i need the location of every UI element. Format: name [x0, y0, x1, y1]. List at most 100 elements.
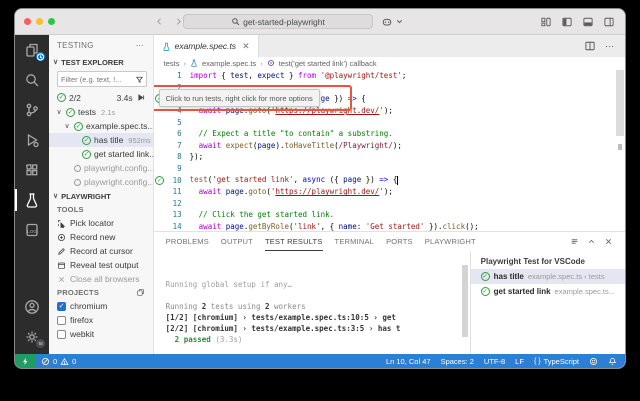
- checkbox-unchecked[interactable]: [57, 329, 66, 339]
- panel-tab-ports[interactable]: PORTS: [386, 232, 413, 251]
- error-count: 0: [53, 356, 58, 366]
- multi-window-icon[interactable]: [136, 288, 145, 297]
- minimize-window-button[interactable]: [36, 18, 43, 25]
- feedback-icon[interactable]: [589, 357, 598, 366]
- activity-run-debug-icon[interactable]: [15, 125, 49, 155]
- eol-indicator[interactable]: LF: [515, 357, 524, 366]
- code-line[interactable]: 14 await page.getByRole('link', { name: …: [154, 221, 625, 231]
- panel-tab-terminal[interactable]: TERMINAL: [335, 232, 375, 251]
- activity-account-icon[interactable]: [15, 292, 49, 322]
- close-panel-icon[interactable]: [604, 237, 613, 246]
- tree-item[interactable]: playwright.config....: [49, 161, 153, 175]
- more-actions-icon[interactable]: ⋯: [136, 41, 145, 50]
- remote-indicator[interactable]: [15, 354, 35, 368]
- tree-item[interactable]: ✓ get started link...: [49, 147, 153, 161]
- output-window-icon: [57, 261, 66, 270]
- bell-icon[interactable]: [608, 357, 617, 366]
- test-explorer-header[interactable]: ∨ TEST EXPLORER: [49, 55, 153, 69]
- tool-record-at-cursor[interactable]: Record at cursor: [49, 244, 153, 258]
- zoom-window-button[interactable]: [48, 18, 55, 25]
- code-line[interactable]: 1 import { test, expect } from '@playwrig…: [154, 70, 625, 82]
- filter-funnel-icon[interactable]: [135, 75, 144, 84]
- activity-settings-gear-icon[interactable]: TE: [15, 322, 49, 352]
- project-chromium[interactable]: ✓ chromium: [49, 299, 153, 313]
- chevron-up-icon[interactable]: [587, 237, 596, 246]
- toggle-sidebar-icon[interactable]: [561, 16, 573, 28]
- tools-list: Pick locator Record new Record at cursor Re…: [49, 216, 153, 286]
- project-webkit[interactable]: webkit: [49, 327, 153, 341]
- list-icon[interactable]: [570, 237, 579, 246]
- tree-item[interactable]: ∨ ✓ tests 2.1s: [49, 105, 153, 119]
- panel-tab-test-results[interactable]: TEST RESULTS: [264, 232, 323, 251]
- code-line[interactable]: 12: [154, 198, 625, 210]
- code-editor[interactable]: 1 import { test, expect } from '@playwrig…: [153, 70, 625, 231]
- panel-tab-problems[interactable]: PROBLEMS: [166, 232, 209, 251]
- traffic-lights[interactable]: [24, 18, 55, 25]
- checkbox-checked[interactable]: ✓: [57, 301, 66, 311]
- tree-item[interactable]: playwright.config....: [49, 175, 153, 189]
- breadcrumb-symbol[interactable]: test('get started link') callback: [279, 59, 377, 68]
- code-line[interactable]: 6 // Expect a title "to contain" a subst…: [154, 128, 625, 140]
- chevron-down-icon: [395, 17, 404, 26]
- back-arrow-icon[interactable]: [155, 17, 164, 26]
- problems-status[interactable]: 0 0: [41, 357, 76, 366]
- output-scrollbar[interactable]: [461, 265, 468, 337]
- code-text: await page.getByRole('link', { name: 'Ge…: [198, 222, 479, 231]
- code-line[interactable]: 8});: [154, 151, 625, 163]
- activity-source-control-icon[interactable]: [15, 95, 49, 125]
- activity-testing-flask-icon[interactable]: [15, 185, 49, 215]
- playwright-section-header[interactable]: ∨ PLAYWRIGHT: [49, 189, 153, 203]
- indentation-indicator[interactable]: Spaces: 2: [441, 357, 474, 366]
- test-results-output[interactable]: Running global setup if any… Running 2 t…: [154, 251, 470, 354]
- panel-tab-playwright[interactable]: PLAYWRIGHT: [425, 232, 476, 251]
- result-item[interactable]: ✓ has title example.spec.ts ‹ tests: [470, 269, 625, 284]
- project-firefox[interactable]: firefox: [49, 313, 153, 327]
- editor-scrollbar[interactable]: [616, 70, 624, 136]
- activity-search-icon[interactable]: [15, 65, 49, 95]
- tool-reveal-test-output[interactable]: Reveal test output: [49, 258, 153, 272]
- breadcrumb-root[interactable]: tests: [164, 59, 180, 68]
- tool-pick-locator[interactable]: Pick locator: [49, 216, 153, 230]
- output-line: [2/2] [chromium] › tests/example.spec.ts…: [165, 324, 401, 333]
- tree-item[interactable]: ∨ ✓ example.spec.ts...: [49, 119, 152, 133]
- tab-example-spec[interactable]: example.spec.ts ✕: [153, 35, 259, 57]
- toggle-panel-icon[interactable]: [582, 16, 594, 28]
- breadcrumb-file[interactable]: example.spec.ts: [202, 59, 256, 68]
- code-line[interactable]: ✓ 10 test('get started link', async ({ pag…: [154, 174, 625, 186]
- code-line[interactable]: 7 await expect(page).toHaveTitle(/Playwr…: [154, 140, 625, 152]
- encoding-indicator[interactable]: UTF-8: [484, 357, 505, 366]
- breadcrumb[interactable]: tests › example.spec.ts › test('get star…: [154, 57, 625, 70]
- code-line[interactable]: 5: [154, 116, 625, 128]
- panel-tab-output[interactable]: OUTPUT: [221, 232, 253, 251]
- forward-arrow-icon[interactable]: [174, 17, 183, 26]
- close-window-button[interactable]: [24, 18, 31, 25]
- tree-item[interactable]: ✓ has title 952ms: [49, 133, 153, 147]
- checkbox-unchecked[interactable]: [57, 315, 66, 325]
- code-text: // Click the get started link.: [198, 210, 335, 220]
- line-col-indicator[interactable]: Ln 10, Col 47: [386, 357, 431, 366]
- activity-files-icon[interactable]: [15, 35, 49, 65]
- tool-record-new[interactable]: Record new: [49, 230, 153, 244]
- code-line[interactable]: 11 await page.goto('https://playwright.d…: [154, 186, 625, 198]
- tool-close-all-browsers[interactable]: Close all browsers: [49, 272, 153, 286]
- result-item[interactable]: ✓ get started link example.spec.ts...: [471, 284, 625, 299]
- code-line[interactable]: 13 // Click the get started link.: [154, 209, 625, 221]
- test-filter[interactable]: [57, 71, 147, 87]
- code-text: test('get started link', async ({ page }…: [189, 175, 399, 185]
- code-line[interactable]: 9: [154, 163, 625, 175]
- toggle-secondary-sidebar-icon[interactable]: [603, 16, 615, 28]
- split-editor-icon[interactable]: [584, 40, 596, 52]
- copilot-menu[interactable]: [381, 16, 404, 28]
- close-tab-icon[interactable]: ✕: [242, 41, 250, 52]
- activity-extensions-icon[interactable]: [15, 155, 49, 185]
- language-indicator[interactable]: { } TypeScript: [534, 357, 579, 366]
- rerun-tests-icon[interactable]: [136, 93, 145, 102]
- gutter-pass-icon[interactable]: ✓: [154, 175, 166, 185]
- code-text: await page.goto('https://playwright.dev/…: [198, 187, 393, 197]
- editor-more-actions-icon[interactable]: ⋯: [605, 41, 615, 52]
- run-test-decoration[interactable]: ✓: [155, 175, 165, 185]
- activity-log-icon[interactable]: LOG: [15, 215, 49, 245]
- command-center-search[interactable]: get-started-playwright: [183, 14, 373, 29]
- customize-layout-icon[interactable]: [540, 16, 552, 28]
- test-filter-input[interactable]: [61, 74, 135, 84]
